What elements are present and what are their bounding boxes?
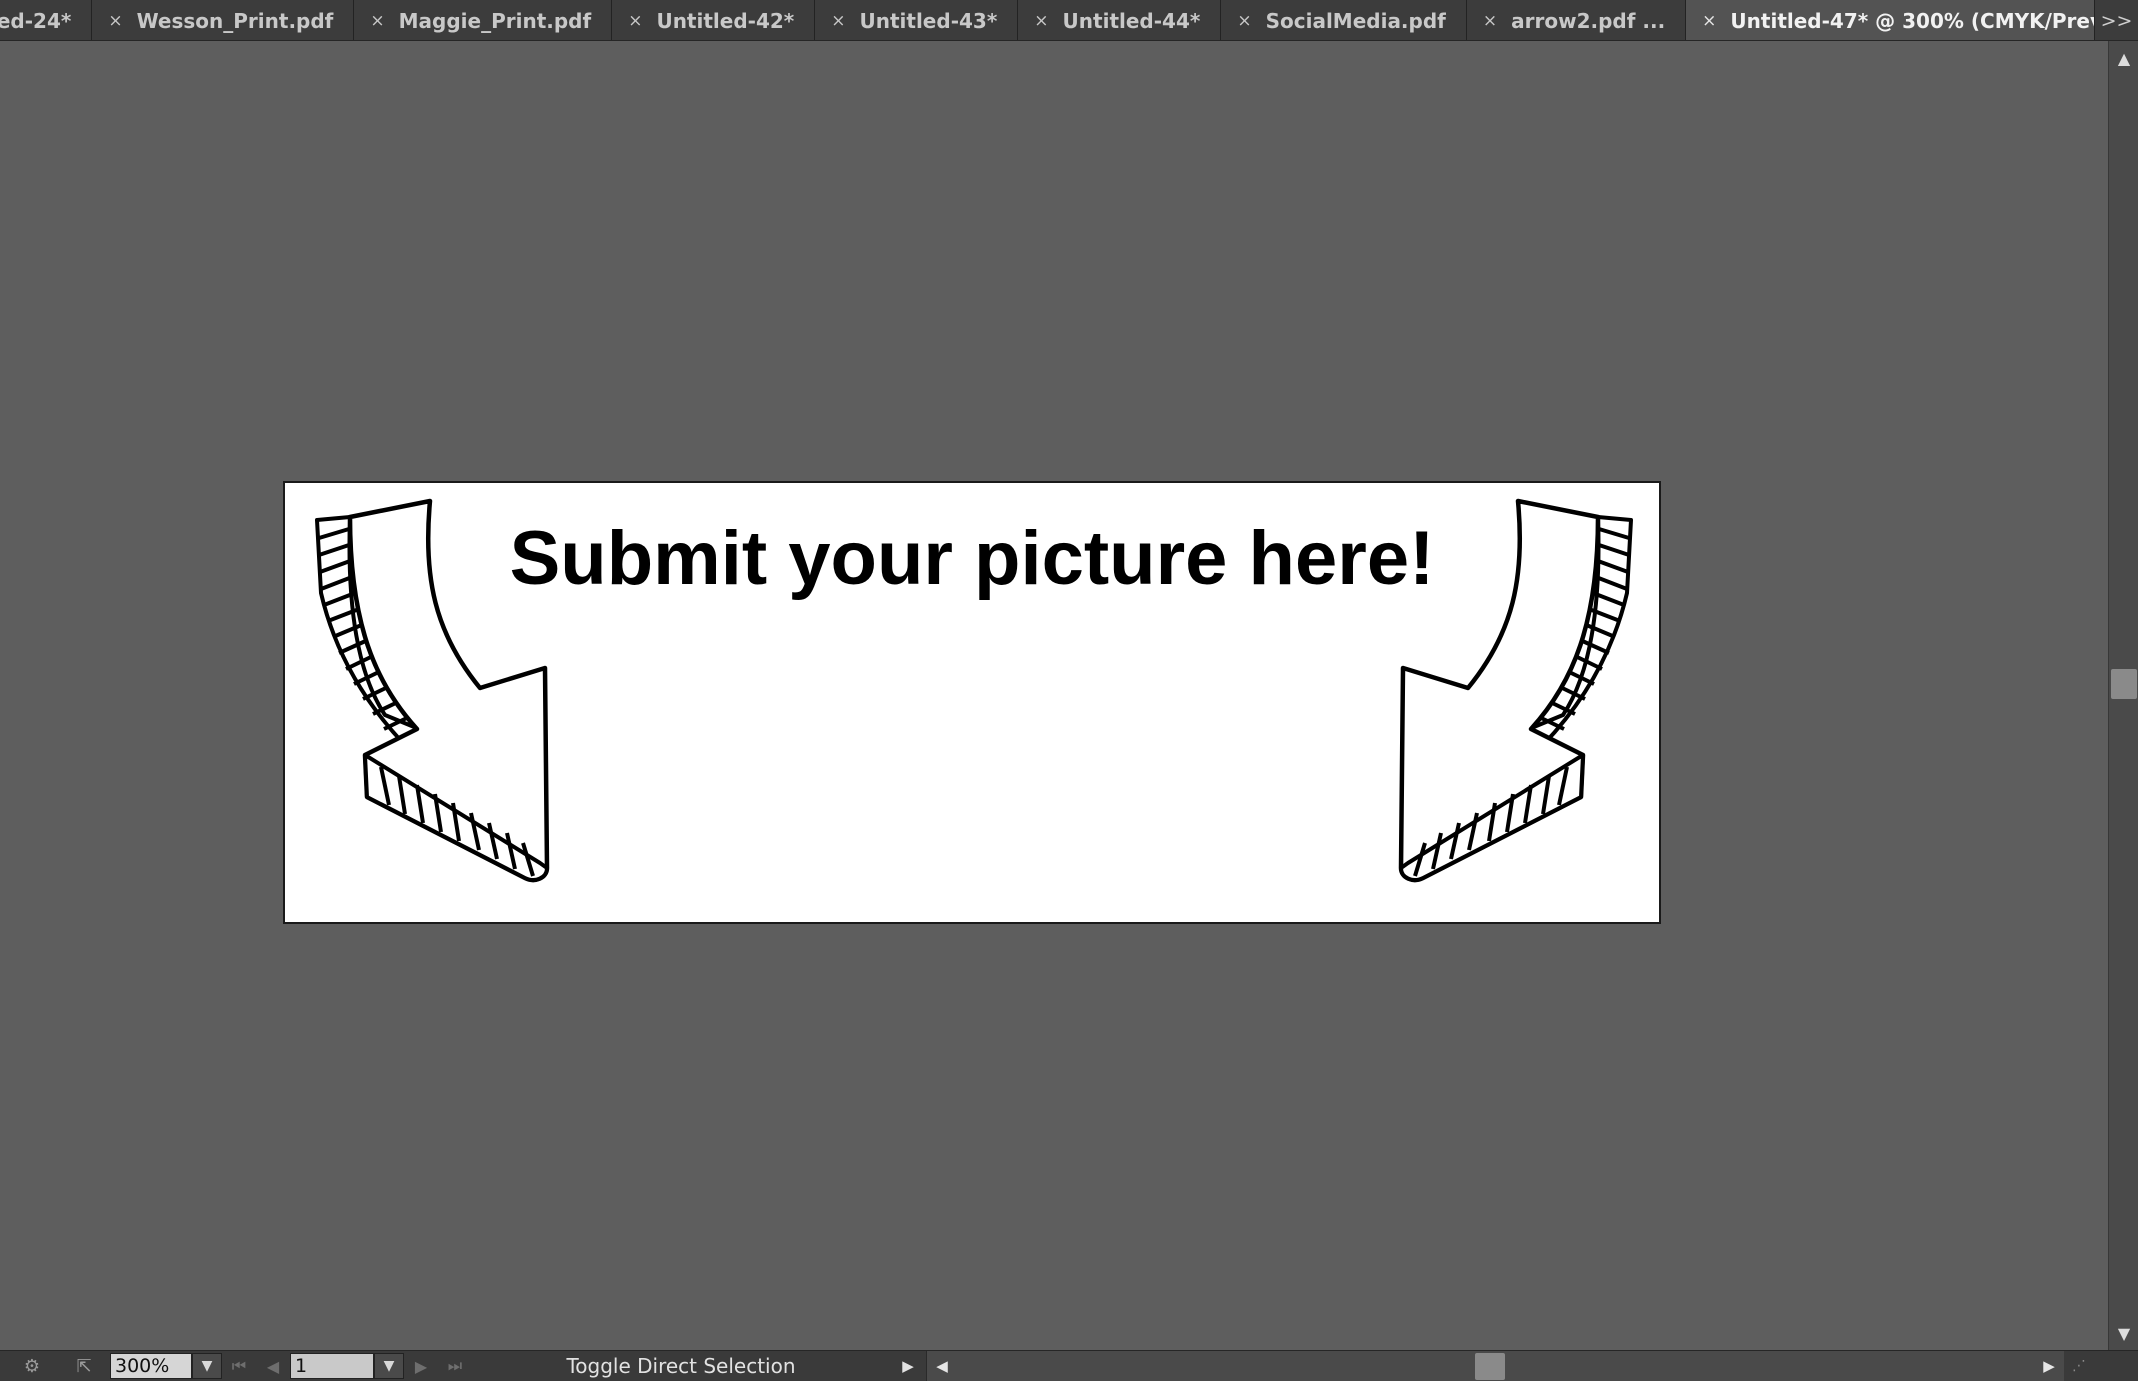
scroll-up-arrow-icon[interactable]: ▲ <box>2109 45 2138 71</box>
horizontal-scroll-thumb[interactable] <box>1475 1352 1505 1380</box>
close-icon[interactable]: × <box>1483 11 1497 31</box>
first-artboard-icon[interactable]: ⏮ <box>222 1351 256 1381</box>
tab-untitled-44[interactable]: × Untitled-44* <box>1018 0 1222 40</box>
next-artboard-icon[interactable]: ▶ <box>404 1351 438 1381</box>
status-bar: ⚙ ⇱ 300% ▼ ⏮ ◀ 1 ▼ ▶ ⏭ Toggle Direct Sel… <box>0 1350 2138 1381</box>
resize-grip-icon[interactable]: ⋰ <box>2064 1351 2094 1381</box>
illustrator-window: led-24* × Wesson_Print.pdf × Maggie_Prin… <box>0 0 2138 1381</box>
curved-arrow-artwork[interactable] <box>285 483 1663 926</box>
scroll-right-arrow-icon[interactable]: ▶ <box>2034 1351 2064 1381</box>
tab-untitled-43[interactable]: × Untitled-43* <box>815 0 1019 40</box>
tab-untitled-24[interactable]: led-24* <box>0 0 93 40</box>
tab-label: Untitled-42* <box>656 8 795 33</box>
scroll-down-arrow-icon[interactable]: ▼ <box>2109 1320 2138 1346</box>
tab-label: SocialMedia.pdf <box>1265 8 1446 33</box>
tab-label: Untitled-43* <box>859 8 998 33</box>
artboard-dropdown-icon[interactable]: ▼ <box>374 1353 404 1379</box>
tab-label: Untitled-47* @ 300% (CMYK/Preview) <box>1730 8 2094 33</box>
zoom-dropdown-icon[interactable]: ▼ <box>192 1353 222 1379</box>
close-icon[interactable]: × <box>1237 11 1251 31</box>
horizontal-scrollbar[interactable]: ◀ ▶ <box>926 1350 2064 1381</box>
close-icon[interactable]: × <box>108 11 122 31</box>
zoom-level-field[interactable]: 300% <box>110 1353 192 1379</box>
vertical-scrollbar[interactable]: ▲ ▼ <box>2108 41 2138 1350</box>
status-menu-arrow-icon[interactable]: ▶ <box>890 1357 926 1375</box>
close-icon[interactable]: × <box>1034 11 1048 31</box>
tab-label: Untitled-44* <box>1062 8 1201 33</box>
tab-wesson-print[interactable]: × Wesson_Print.pdf <box>92 0 355 40</box>
tab-label: Maggie_Print.pdf <box>398 8 592 33</box>
tab-label: Wesson_Print.pdf <box>136 8 334 33</box>
tab-maggie-print[interactable]: × Maggie_Print.pdf <box>354 0 613 40</box>
close-icon[interactable]: × <box>831 11 845 31</box>
document-canvas[interactable]: Submit your picture here! <box>0 41 2108 1350</box>
artboard[interactable]: Submit your picture here! <box>283 481 1661 924</box>
share-icon[interactable]: ⇱ <box>64 1351 104 1381</box>
vertical-scroll-thumb[interactable] <box>2111 669 2137 699</box>
tab-label: led-24* <box>0 8 72 33</box>
gear-icon[interactable]: ⚙ <box>0 1351 64 1381</box>
document-tabs: led-24* × Wesson_Print.pdf × Maggie_Prin… <box>0 0 2094 40</box>
tab-untitled-42[interactable]: × Untitled-42* <box>612 0 816 40</box>
right-arrow[interactable] <box>1401 501 1631 880</box>
close-icon[interactable]: × <box>1702 11 1716 31</box>
tab-label: arrow2.pdf ... <box>1511 8 1666 33</box>
tab-untitled-47-active[interactable]: × Untitled-47* @ 300% (CMYK/Preview) <box>1686 0 2094 40</box>
status-text[interactable]: Toggle Direct Selection <box>472 1354 890 1378</box>
previous-artboard-icon[interactable]: ◀ <box>256 1351 290 1381</box>
left-arrow[interactable] <box>317 501 547 880</box>
tab-arrow2[interactable]: × arrow2.pdf ... <box>1466 0 1687 40</box>
close-icon[interactable]: × <box>370 11 384 31</box>
tab-socialmedia[interactable]: × SocialMedia.pdf <box>1221 0 1467 40</box>
scroll-left-arrow-icon[interactable]: ◀ <box>927 1351 957 1381</box>
close-icon[interactable]: × <box>628 11 642 31</box>
last-artboard-icon[interactable]: ⏭ <box>438 1351 472 1381</box>
tab-overflow-button[interactable]: >> <box>2094 0 2138 40</box>
artboard-number-field[interactable]: 1 <box>290 1353 374 1379</box>
document-tab-bar: led-24* × Wesson_Print.pdf × Maggie_Prin… <box>0 0 2138 41</box>
